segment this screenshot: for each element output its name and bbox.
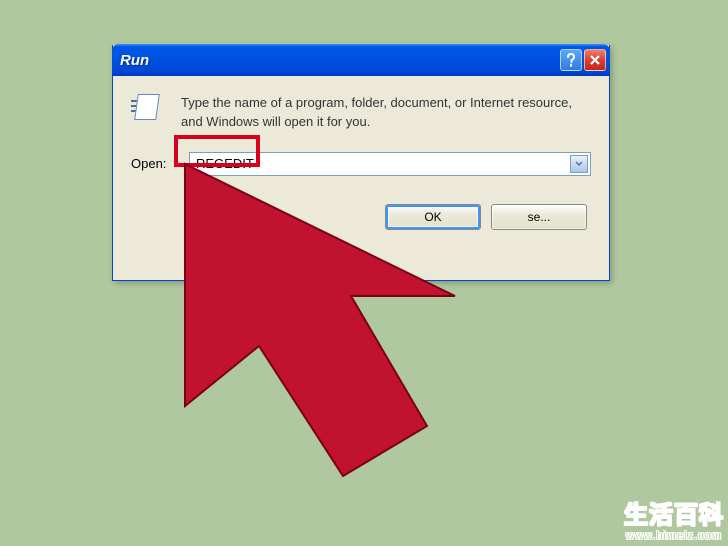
watermark: 生活百科 www.bimeiz.com	[624, 495, 724, 542]
browse-button[interactable]: se...	[491, 204, 587, 230]
open-row: Open: REGEDIT	[131, 152, 591, 176]
info-text: Type the name of a program, folder, docu…	[181, 94, 591, 132]
ok-button[interactable]: OK	[385, 204, 481, 230]
open-value: REGEDIT	[196, 156, 254, 171]
button-row: OK se...	[131, 204, 591, 230]
open-label: Open:	[131, 156, 177, 171]
dropdown-button[interactable]	[570, 155, 588, 173]
close-icon	[589, 54, 601, 66]
chevron-down-icon	[575, 161, 583, 167]
help-icon	[566, 53, 576, 67]
open-combobox[interactable]: REGEDIT	[189, 152, 591, 176]
dialog-body: Type the name of a program, folder, docu…	[113, 76, 609, 246]
titlebar-buttons	[560, 49, 606, 71]
close-button[interactable]	[584, 49, 606, 71]
watermark-text: 生活百科	[624, 495, 724, 530]
run-dialog-window: Run Type the name of a program, folder, …	[112, 45, 610, 281]
run-icon	[131, 94, 169, 124]
info-row: Type the name of a program, folder, docu…	[131, 94, 591, 132]
window-title: Run	[120, 52, 149, 69]
help-button[interactable]	[560, 49, 582, 71]
titlebar[interactable]: Run	[112, 44, 610, 76]
watermark-url: www.bimeiz.com	[624, 530, 724, 542]
